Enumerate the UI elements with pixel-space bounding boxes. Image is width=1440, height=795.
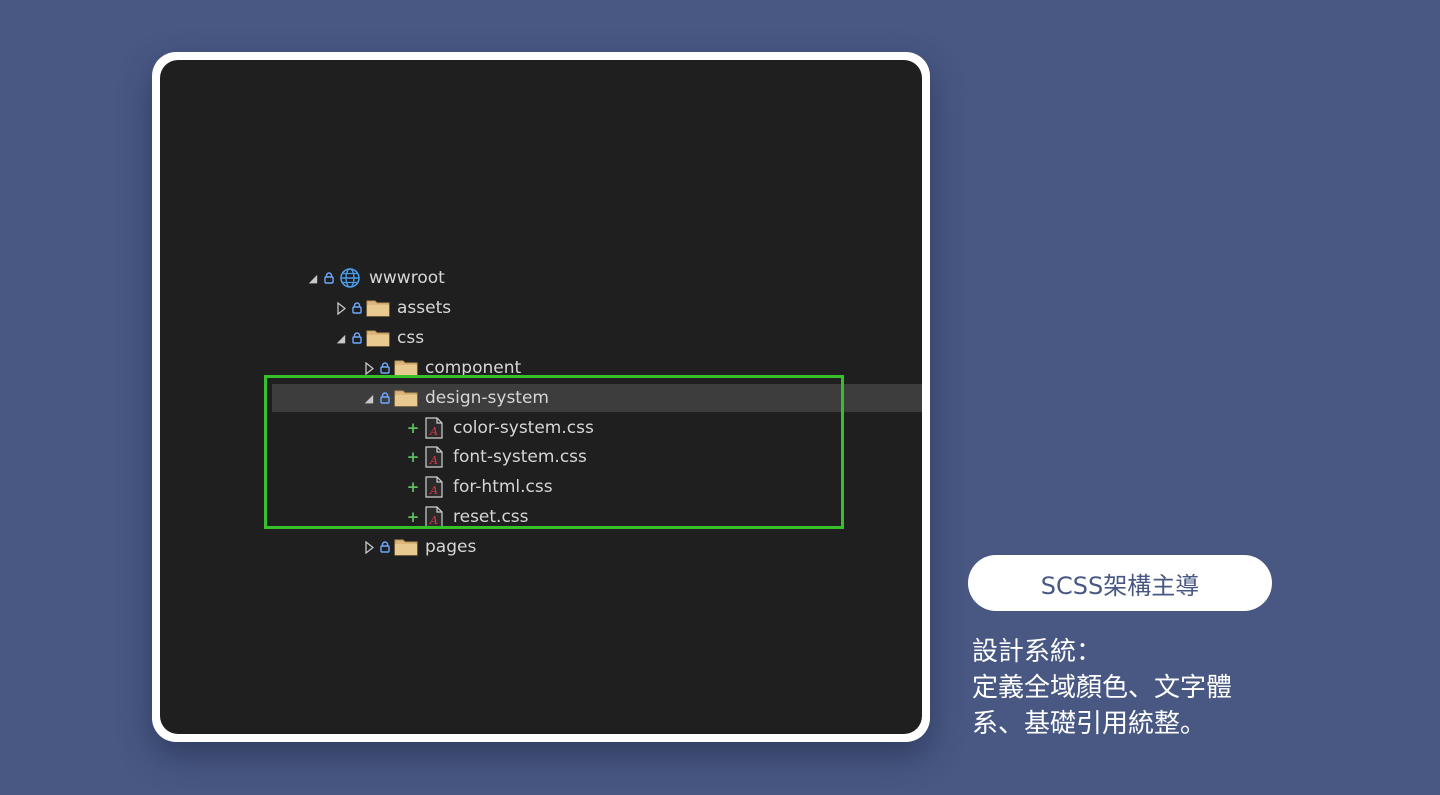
git-added-icon: + <box>406 478 420 496</box>
callout-description: 設計系統： 定義全域顏色、文字體 系、基礎引用統整。 <box>972 634 1292 742</box>
collapse-triangle-icon[interactable] <box>362 540 376 554</box>
tree-item-font-system-css[interactable]: + A font-system.css <box>272 443 922 471</box>
collapse-triangle-icon[interactable] <box>334 301 348 315</box>
expand-triangle-icon[interactable]: ◢ <box>334 332 348 345</box>
tree-item-css[interactable]: ◢ css <box>272 324 910 352</box>
lock-icon <box>376 362 394 374</box>
description-line: 設計系統： <box>972 637 1103 667</box>
lock-icon <box>320 272 338 284</box>
expand-triangle-icon[interactable]: ◢ <box>362 392 376 405</box>
tree-item-label: design-system <box>425 388 549 408</box>
callout-pill: SCSS架構主導 <box>968 555 1272 611</box>
folder-icon <box>394 358 418 378</box>
tree-item-label: css <box>397 328 425 348</box>
css-file-icon: A <box>422 446 446 468</box>
tree-item-for-html-css[interactable]: + A for-html.css <box>272 473 922 501</box>
tree-item-reset-css[interactable]: + A reset.css <box>272 503 922 531</box>
lock-icon <box>348 332 366 344</box>
svg-text:A: A <box>429 425 438 438</box>
description-line: 系、基礎引用統整。 <box>972 709 1207 739</box>
lock-icon <box>376 541 394 553</box>
tree-item-label: reset.css <box>453 507 529 527</box>
collapse-triangle-icon[interactable] <box>362 361 376 375</box>
css-file-icon: A <box>422 506 446 528</box>
tree-item-label: font-system.css <box>453 447 587 467</box>
tree-item-wwwroot[interactable]: ◢ wwwroot <box>272 264 882 292</box>
callout-pill-label: SCSS架構主導 <box>1040 571 1200 600</box>
lock-icon <box>348 302 366 314</box>
git-added-icon: + <box>406 448 420 466</box>
css-file-icon: A <box>422 417 446 439</box>
svg-text:A: A <box>429 484 438 497</box>
lock-icon <box>376 392 394 404</box>
globe-icon <box>338 268 362 288</box>
expand-triangle-icon[interactable]: ◢ <box>306 272 320 285</box>
solution-explorer-panel: ◢ wwwroot assets ◢ css component ◢ desig… <box>160 60 922 734</box>
svg-text:A: A <box>429 454 438 467</box>
css-file-icon: A <box>422 476 446 498</box>
description-line: 定義全域顏色、文字體 <box>972 673 1233 703</box>
folder-icon <box>366 328 390 348</box>
screenshot-frame: ◢ wwwroot assets ◢ css component ◢ desig… <box>152 52 930 742</box>
git-added-icon: + <box>406 508 420 526</box>
tree-item-label: pages <box>425 537 477 557</box>
tree-item-label: color-system.css <box>453 418 594 438</box>
tree-item-assets[interactable]: assets <box>272 294 910 322</box>
tree-item-component[interactable]: component <box>272 354 922 382</box>
tree-item-label: wwwroot <box>369 268 445 288</box>
tree-item-design-system[interactable]: ◢ design-system <box>272 384 922 412</box>
tree-item-label: component <box>425 358 522 378</box>
folder-icon <box>366 298 390 318</box>
tree-item-label: assets <box>397 298 452 318</box>
tree-item-color-system-css[interactable]: + A color-system.css <box>272 414 922 442</box>
tree-item-pages[interactable]: pages <box>272 533 922 561</box>
file-tree: ◢ wwwroot assets ◢ css component ◢ desig… <box>160 60 922 734</box>
tree-item-label: for-html.css <box>453 477 553 497</box>
folder-icon <box>394 537 418 557</box>
git-added-icon: + <box>406 419 420 437</box>
folder-icon <box>394 388 418 408</box>
svg-text:A: A <box>429 514 438 527</box>
